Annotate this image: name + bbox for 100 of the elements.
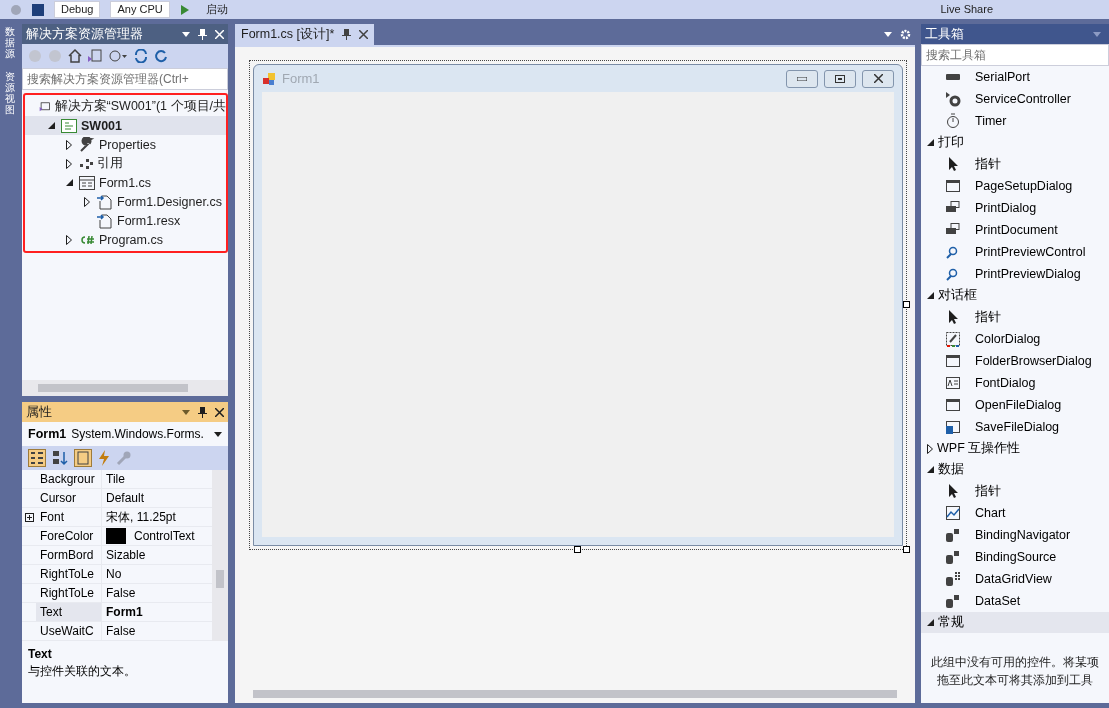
stopwatch-icon xyxy=(945,113,961,129)
tree-item-label: Form1.cs xyxy=(99,175,152,190)
resize-handle[interactable] xyxy=(903,546,910,553)
form-icon xyxy=(262,71,276,86)
minimize-button[interactable] xyxy=(786,69,818,88)
tree-item[interactable]: Form1.resx xyxy=(25,211,226,230)
tree-item[interactable]: Properties xyxy=(25,135,226,154)
close-icon xyxy=(873,74,883,83)
resize-handle[interactable] xyxy=(574,546,581,553)
toolbox-item[interactable]: ColorDialog xyxy=(921,328,1109,350)
property-row[interactable]: Font 宋体, 11.25pt xyxy=(22,508,212,527)
panel-title: 属性 xyxy=(26,403,53,421)
window-icon xyxy=(945,178,961,194)
file-icon xyxy=(97,212,113,229)
toolbox-item[interactable]: 指针 xyxy=(921,480,1109,502)
toolbox-item[interactable]: Chart xyxy=(921,502,1109,524)
platform-dropdown[interactable]: Any CPU xyxy=(110,1,170,18)
toolbox-item-label: 指针 xyxy=(975,155,1001,173)
group-label: WPF 互操作性 xyxy=(937,440,1021,457)
tree-item-label: 解决方案“SW001”(1 个项目/共 xyxy=(54,98,226,115)
back-icon xyxy=(28,49,42,63)
property-row[interactable]: Backgrour Tile xyxy=(22,470,212,489)
csharp-file-icon xyxy=(79,233,95,246)
toolbox-item[interactable]: DataSet xyxy=(921,590,1109,612)
description-title: Text xyxy=(28,647,53,661)
toolbox-item[interactable]: OpenFileDialog xyxy=(921,394,1109,416)
side-tab[interactable]: 数据源 xyxy=(5,26,15,59)
property-value: False xyxy=(106,586,136,600)
property-row[interactable]: RightToLe False xyxy=(22,584,212,603)
toolbox-item[interactable]: DataGridView xyxy=(921,568,1109,590)
maximize-icon xyxy=(835,74,845,83)
property-name: Text xyxy=(36,603,102,621)
search-field[interactable]: 搜索工具箱 xyxy=(921,44,1109,66)
pin-icon xyxy=(342,29,352,40)
play-icon xyxy=(179,4,190,15)
property-row[interactable]: Cursor Default xyxy=(22,489,212,508)
toolbox-item-label: 指针 xyxy=(975,308,1001,326)
configuration-dropdown[interactable]: Debug xyxy=(54,1,101,18)
toolbox-item[interactable]: PrintPreviewControl xyxy=(921,241,1109,263)
toolbox-item[interactable]: 指针 xyxy=(921,153,1109,175)
scrollbar[interactable] xyxy=(212,470,228,641)
tree-item[interactable]: SW001 xyxy=(25,116,226,135)
start-button[interactable]: 启动 xyxy=(199,2,234,17)
toolbox-item[interactable]: PrintPreviewDialog xyxy=(921,263,1109,285)
tree-item[interactable]: 解决方案“SW001”(1 个项目/共 xyxy=(25,97,226,116)
back-icon xyxy=(10,3,22,16)
side-tab[interactable]: 资源视图 xyxy=(5,71,15,115)
properties-icon xyxy=(74,449,92,467)
pin-icon xyxy=(198,28,207,40)
tree-item[interactable]: Form1.Designer.cs xyxy=(25,192,226,211)
settings-icon xyxy=(900,29,911,40)
property-row[interactable]: FormBord Sizable xyxy=(22,546,212,565)
toolbox-item-label: Chart xyxy=(975,506,1006,520)
close-button[interactable] xyxy=(862,69,894,88)
wrench-icon xyxy=(79,136,95,153)
resize-handle[interactable] xyxy=(903,301,910,308)
toolbox-item[interactable]: Timer xyxy=(921,110,1109,132)
toolbox-item-label: ServiceController xyxy=(975,92,1071,106)
form-icon xyxy=(79,175,95,190)
toolbox-item-label: Timer xyxy=(975,114,1007,128)
toolbox-item[interactable]: FontDialog xyxy=(921,372,1109,394)
toolbox-item[interactable]: 指针 xyxy=(921,306,1109,328)
database-icon xyxy=(945,527,961,543)
property-row[interactable]: UseWaitC False xyxy=(22,622,212,641)
font-dialog-icon xyxy=(945,375,961,391)
toolbox-group-header[interactable]: 常规 xyxy=(921,612,1109,633)
tree-item-label: Form1.Designer.cs xyxy=(117,194,222,209)
save-icon xyxy=(945,419,961,435)
tree-item[interactable]: 引用 xyxy=(25,154,226,173)
toolbox-item[interactable]: FolderBrowserDialog xyxy=(921,350,1109,372)
maximize-button[interactable] xyxy=(824,69,856,88)
property-value: Sizable xyxy=(106,548,146,562)
search-field[interactable]: 搜索解决方案资源管理器(Ctrl+ xyxy=(22,68,228,90)
toolbox-item[interactable]: BindingSource xyxy=(921,546,1109,568)
scrollbar[interactable] xyxy=(22,380,228,396)
toolbox-item[interactable]: BindingNavigator xyxy=(921,524,1109,546)
toolbox-item-label: PrintDocument xyxy=(975,223,1058,237)
tree-item[interactable]: Program.cs xyxy=(25,230,226,249)
toolbox-item-label: BindingSource xyxy=(975,550,1057,564)
property-row[interactable]: ForeColor ControlText xyxy=(22,527,212,546)
refresh-icon xyxy=(154,49,168,63)
live-share-button[interactable]: Live Share xyxy=(934,2,999,17)
window-icon xyxy=(945,397,961,413)
property-row[interactable]: RightToLe No xyxy=(22,565,212,584)
tree-item-label: 引用 xyxy=(97,155,123,172)
close-icon xyxy=(215,29,224,39)
panel-title: 工具箱 xyxy=(925,25,965,43)
toolbox-item[interactable]: SerialPort xyxy=(921,66,1109,88)
toolbox-item[interactable]: SaveFileDialog xyxy=(921,416,1109,438)
close-icon xyxy=(215,407,224,417)
tree-item[interactable]: Form1.cs xyxy=(25,173,226,192)
toolbox-item[interactable]: PageSetupDialog xyxy=(921,175,1109,197)
toolbox-item[interactable]: PrintDocument xyxy=(921,219,1109,241)
toolbox-item[interactable]: ServiceController xyxy=(921,88,1109,110)
toolbox-item[interactable]: PrintDialog xyxy=(921,197,1109,219)
caret-icon xyxy=(214,431,222,437)
document-tab[interactable]: Form1.cs [设计]* xyxy=(235,24,375,45)
property-row[interactable]: Text Form1 xyxy=(22,603,212,622)
sort-az-icon xyxy=(52,450,68,466)
csharp-project-icon xyxy=(61,118,77,133)
